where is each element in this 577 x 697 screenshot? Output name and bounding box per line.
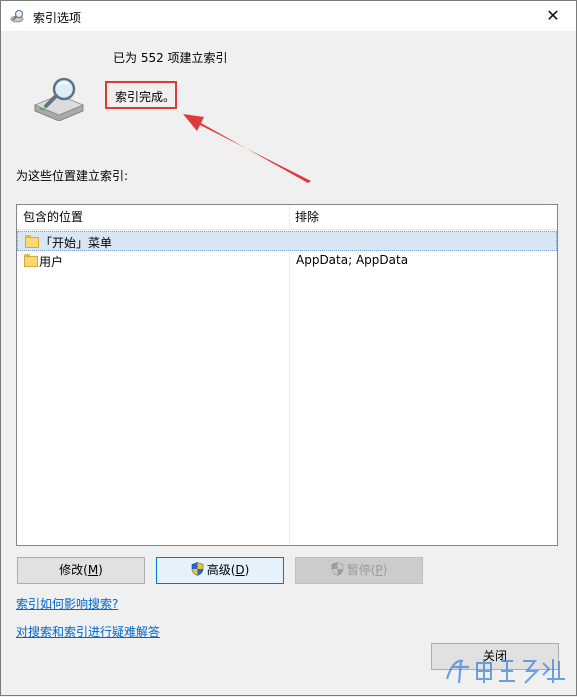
pause-button[interactable]: 暂停(P) — [295, 557, 423, 584]
table-row[interactable]: 「开始」菜单 — [17, 231, 557, 251]
pause-access-key: P — [375, 563, 383, 577]
indexing-options-icon — [10, 10, 24, 23]
troubleshoot-search-link[interactable]: 对搜索和索引进行疑难解答 — [16, 623, 160, 640]
how-indexing-affects-search-link[interactable]: 索引如何影响搜索? — [16, 595, 118, 612]
indexing-status-text: 索引完成。 — [115, 90, 176, 104]
indexing-options-window: 索引选项 ✕ 已为 552 项建立索引 索引完成。 为这些位置建立索引: 包含的… — [0, 0, 577, 696]
modify-button[interactable]: 修改(M) — [17, 557, 145, 584]
folder-icon — [25, 235, 39, 248]
locations-list[interactable]: 包含的位置 排除 「开始」菜单 用户 AppData; AppData — [16, 204, 558, 546]
modify-access-key: M — [87, 563, 99, 577]
modify-label: 修改( — [59, 563, 88, 577]
table-row[interactable]: 用户 AppData; AppData — [17, 251, 557, 271]
advanced-access-key: D — [235, 563, 245, 577]
close-icon[interactable]: ✕ — [530, 1, 576, 31]
list-header: 包含的位置 排除 — [17, 205, 557, 230]
column-header-included[interactable]: 包含的位置 — [17, 205, 289, 229]
watermark — [443, 649, 573, 694]
watermark-logo — [445, 659, 565, 684]
pause-label: 暂停( — [346, 563, 376, 577]
advanced-button[interactable]: 高级(D) — [156, 557, 284, 584]
column-header-exclude[interactable]: 排除 — [289, 205, 557, 229]
row-exclude: AppData; AppData — [296, 253, 409, 267]
advanced-suffix: ) — [244, 563, 250, 577]
modify-suffix: ) — [98, 563, 103, 577]
advanced-label: 高级( — [206, 563, 236, 577]
uac-shield-icon — [191, 562, 203, 576]
indexed-count-text: 已为 552 项建立索引 — [113, 51, 228, 65]
uac-shield-icon — [331, 562, 343, 576]
row-location: 用户 — [39, 255, 64, 269]
pause-suffix: ) — [382, 563, 388, 577]
window-title: 索引选项 — [33, 11, 82, 25]
row-location: 「开始」菜单 — [40, 236, 113, 250]
indexing-drive-icon — [33, 77, 85, 121]
status-highlight-box: 索引完成。 — [105, 81, 177, 109]
title-bar: 索引选项 ✕ — [1, 1, 576, 31]
locations-label: 为这些位置建立索引: — [16, 169, 129, 183]
folder-icon — [24, 254, 38, 267]
